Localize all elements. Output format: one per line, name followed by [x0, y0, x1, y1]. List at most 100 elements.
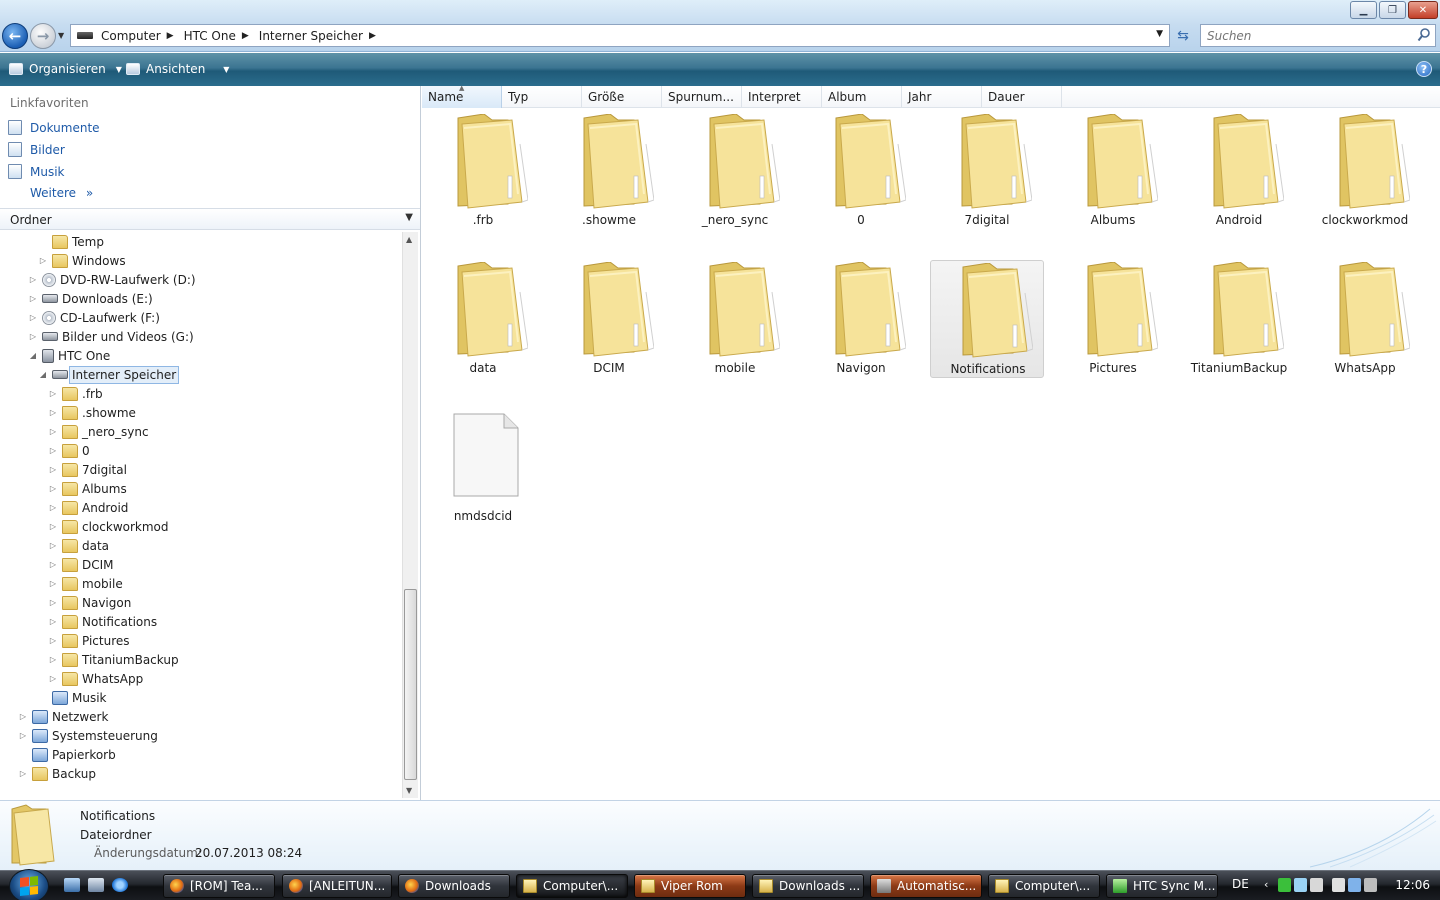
- favorite-link-bilder[interactable]: Bilder: [8, 142, 65, 157]
- collapsed-triangle-icon[interactable]: ▷: [48, 503, 58, 512]
- collapsed-triangle-icon[interactable]: ▷: [48, 617, 58, 626]
- collapsed-triangle-icon[interactable]: ▷: [48, 427, 58, 436]
- folder-tile[interactable]: data: [426, 260, 540, 378]
- scroll-up-icon[interactable]: ▲: [406, 235, 412, 244]
- close-button[interactable]: ✕: [1408, 1, 1438, 19]
- taskbar-button[interactable]: [ROM] Tea...: [163, 874, 275, 898]
- taskbar-button[interactable]: HTC Sync M...: [1106, 874, 1218, 898]
- breadcrumb-htc-one[interactable]: HTC One: [184, 29, 236, 43]
- folder-tile[interactable]: .frb: [426, 112, 540, 230]
- chevron-left-icon[interactable]: ‹: [1264, 878, 1268, 891]
- search-input[interactable]: [1201, 25, 1401, 46]
- column-header-dauer[interactable]: Dauer: [982, 86, 1062, 108]
- start-button[interactable]: [9, 869, 49, 900]
- folder-tile[interactable]: mobile: [678, 260, 792, 378]
- folder-tile[interactable]: Pictures: [1056, 260, 1170, 378]
- folder-tile[interactable]: clockworkmod: [1308, 112, 1422, 230]
- tree-item-7digital[interactable]: ▷ 7digital: [48, 460, 127, 479]
- collapsed-triangle-icon[interactable]: ▷: [48, 636, 58, 645]
- collapsed-triangle-icon[interactable]: ▷: [48, 674, 58, 683]
- column-header-album[interactable]: Album: [822, 86, 902, 108]
- column-header-groesse[interactable]: Größe: [582, 86, 662, 108]
- folder-tile[interactable]: WhatsApp: [1308, 260, 1422, 378]
- favorite-link-dokumente[interactable]: Dokumente: [8, 120, 100, 135]
- taskbar-button[interactable]: Downloads ...: [752, 874, 864, 898]
- folder-tile[interactable]: 0: [804, 112, 918, 230]
- collapsed-triangle-icon[interactable]: ▷: [48, 484, 58, 493]
- collapsed-triangle-icon[interactable]: ▷: [48, 465, 58, 474]
- folders-header[interactable]: Ordner ▼: [0, 208, 420, 230]
- folder-tile[interactable]: 7digital: [930, 112, 1044, 230]
- tree-item-temp[interactable]: Temp: [38, 232, 104, 251]
- tree-item-dvd-rw-laufwerk-d[interactable]: ▷ DVD-RW-Laufwerk (D:): [28, 270, 196, 289]
- tree-item-data[interactable]: ▷ data: [48, 536, 109, 555]
- collapsed-triangle-icon[interactable]: ▷: [48, 408, 58, 417]
- taskbar-button[interactable]: [ANLEITUN...: [282, 874, 392, 898]
- folder-tile[interactable]: Navigon: [804, 260, 918, 378]
- column-header-jahr[interactable]: Jahr: [902, 86, 982, 108]
- tree-item-0[interactable]: ▷ 0: [48, 441, 90, 460]
- help-button[interactable]: ?: [1416, 61, 1432, 77]
- tree-item-dcim[interactable]: ▷ DCIM: [48, 555, 114, 574]
- tree-item-pictures[interactable]: ▷ Pictures: [48, 631, 130, 650]
- history-dropdown-icon[interactable]: ▼: [58, 31, 64, 40]
- taskbar-button[interactable]: Computer\...: [516, 874, 628, 898]
- collapsed-triangle-icon[interactable]: ▷: [18, 731, 28, 740]
- tree-item-downloads-e[interactable]: ▷ Downloads (E:): [28, 289, 153, 308]
- breadcrumb-separator-icon[interactable]: ▶: [242, 31, 249, 41]
- breadcrumb-separator-icon[interactable]: ▶: [369, 31, 376, 41]
- taskbar-button[interactable]: Automatisc...: [870, 874, 982, 898]
- restore-button[interactable]: ❐: [1379, 1, 1406, 19]
- taskbar-button[interactable]: Downloads: [398, 874, 510, 898]
- collapsed-triangle-icon[interactable]: ▷: [48, 560, 58, 569]
- breadcrumb-separator-icon[interactable]: ▶: [167, 31, 174, 41]
- search-box[interactable]: [1200, 24, 1436, 47]
- volume-icon[interactable]: [1364, 878, 1377, 892]
- taskbar-button[interactable]: Viper Rom: [634, 874, 746, 898]
- tray-app-icon[interactable]: [1278, 878, 1291, 892]
- switch-windows-icon[interactable]: [88, 878, 104, 892]
- expanded-triangle-icon[interactable]: ◢: [38, 370, 48, 379]
- favorite-link-musik[interactable]: Musik: [8, 164, 65, 179]
- tree-item-interner-speicher[interactable]: ◢ Interner Speicher: [38, 365, 180, 384]
- folder-tile[interactable]: Albums: [1056, 112, 1170, 230]
- tree-item-htc-one[interactable]: ◢ HTC One: [28, 346, 110, 365]
- collapsed-triangle-icon[interactable]: ▷: [28, 294, 38, 303]
- more-favorites-link[interactable]: Weitere »: [30, 186, 93, 200]
- scroll-down-icon[interactable]: ▼: [406, 786, 412, 795]
- tree-item-navigon[interactable]: ▷ Navigon: [48, 593, 131, 612]
- scrollbar-thumb[interactable]: [404, 589, 417, 780]
- folder-tile[interactable]: Android: [1182, 112, 1296, 230]
- folder-tree-scrollbar[interactable]: ▲ ▼: [402, 232, 418, 798]
- show-desktop-icon[interactable]: [64, 878, 80, 892]
- tree-item-windows[interactable]: ▷ Windows: [38, 251, 126, 270]
- collapsed-triangle-icon[interactable]: ▷: [48, 522, 58, 531]
- tree-item-mobile[interactable]: ▷ mobile: [48, 574, 123, 593]
- column-header-interpret[interactable]: Interpret: [742, 86, 822, 108]
- folder-tile[interactable]: .showme: [552, 112, 666, 230]
- tree-item-systemsteuerung[interactable]: ▷ Systemsteuerung: [18, 726, 158, 745]
- tree-item-nero-sync[interactable]: ▷ _nero_sync: [48, 422, 149, 441]
- language-indicator[interactable]: DE: [1232, 877, 1249, 891]
- search-icon[interactable]: [1417, 27, 1431, 43]
- collapsed-triangle-icon[interactable]: ▷: [38, 256, 48, 265]
- tree-item-frb[interactable]: ▷ .frb: [48, 384, 103, 403]
- collapsed-triangle-icon[interactable]: ▷: [18, 712, 28, 721]
- collapsed-triangle-icon[interactable]: ▷: [48, 541, 58, 550]
- tree-item-android[interactable]: ▷ Android: [48, 498, 128, 517]
- tree-item-netzwerk[interactable]: ▷ Netzwerk: [18, 707, 108, 726]
- internet-explorer-icon[interactable]: [112, 878, 128, 892]
- collapsed-triangle-icon[interactable]: ▷: [48, 446, 58, 455]
- organize-button[interactable]: Organisieren ▼: [9, 62, 122, 76]
- file-tile[interactable]: nmdsdcid: [426, 408, 540, 526]
- tray-app-icon[interactable]: [1294, 878, 1307, 892]
- clock[interactable]: 12:06: [1395, 878, 1430, 892]
- breadcrumb-computer[interactable]: Computer: [101, 29, 161, 43]
- address-dropdown-icon[interactable]: ▼: [1156, 29, 1163, 39]
- tree-item-notifications[interactable]: ▷ Notifications: [48, 612, 157, 631]
- collapsed-triangle-icon[interactable]: ▷: [28, 313, 38, 322]
- collapsed-triangle-icon[interactable]: ▷: [48, 389, 58, 398]
- column-header-typ[interactable]: Typ: [502, 86, 582, 108]
- breadcrumb-interner-speicher[interactable]: Interner Speicher: [259, 29, 363, 43]
- tree-item-cd-laufwerk-f[interactable]: ▷ CD-Laufwerk (F:): [28, 308, 160, 327]
